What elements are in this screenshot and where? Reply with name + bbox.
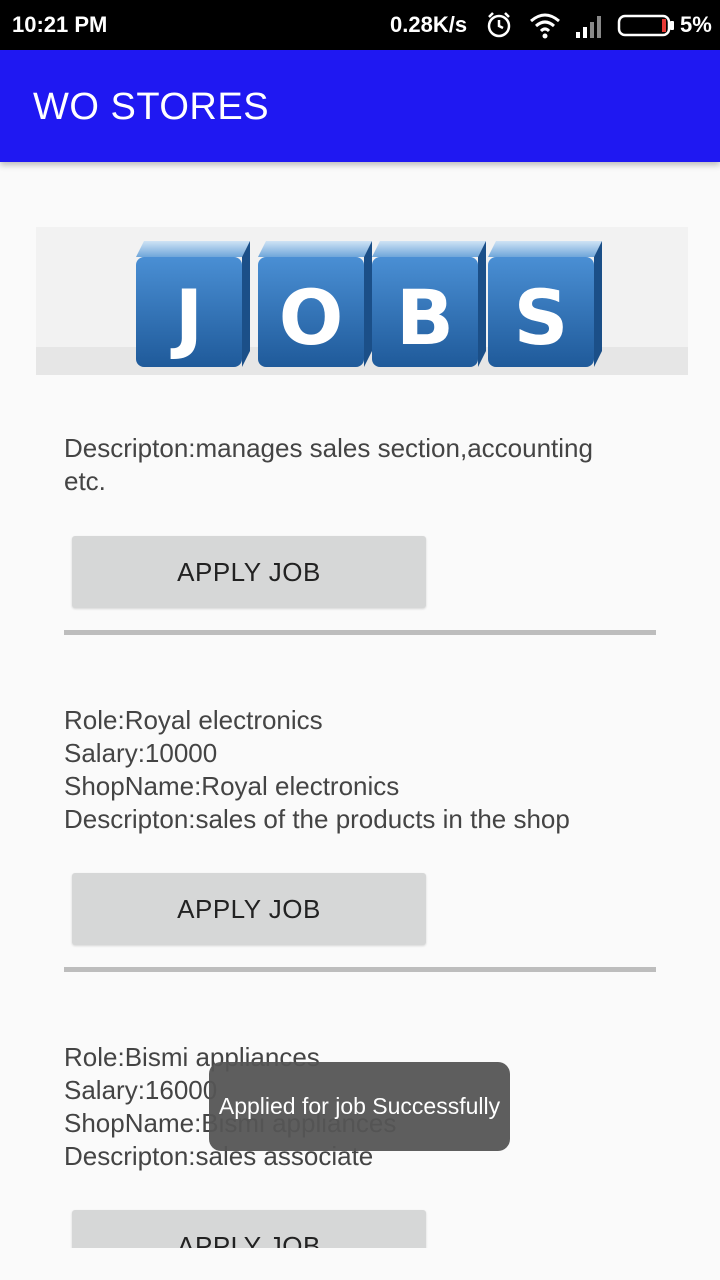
job-shop-name: ShopName:Royal electronics <box>64 771 400 801</box>
banner-letter-s: S <box>514 273 569 362</box>
banner-letter-o: O <box>279 273 344 362</box>
apply-job-button[interactable]: APPLY JOB <box>72 873 426 945</box>
job-description-cont: etc. <box>64 466 106 496</box>
job-divider <box>64 630 656 635</box>
wifi-icon <box>528 10 562 45</box>
apply-job-button[interactable]: APPLY JOB <box>72 1210 426 1248</box>
network-speed: 0.28K/s <box>390 12 468 37</box>
status-time: 10:21 PM <box>12 12 108 37</box>
apply-job-button[interactable]: APPLY JOB <box>72 536 426 608</box>
alarm-icon <box>484 10 514 45</box>
signal-icon <box>574 10 606 45</box>
app-title: WO STORES <box>33 86 270 128</box>
job-role: Role:Royal electronics <box>64 705 323 735</box>
banner-letter-j: J <box>170 273 203 362</box>
job-description: Descripton:manages sales section,account… <box>64 433 593 463</box>
status-bar: 10:21 PM 0.28K/s 5% <box>0 0 720 50</box>
job-divider <box>64 967 656 972</box>
jobs-cubes-graphic: J O B S <box>36 241 688 375</box>
job-salary: Salary:10000 <box>64 738 218 768</box>
banner-letter-b: B <box>396 273 454 362</box>
bottom-area <box>0 1248 720 1280</box>
job-description: Descripton:sales of the products in the … <box>64 804 570 834</box>
toast-message: Applied for job Successfully <box>209 1062 510 1151</box>
battery-percent: 5% <box>680 12 712 37</box>
battery-icon <box>617 10 675 45</box>
job-details: Descripton:manages sales section,account… <box>64 432 664 498</box>
jobs-banner-image: J O B S <box>36 227 688 375</box>
app-bar: WO STORES <box>0 50 720 162</box>
job-details: Role:Royal electronics Salary:10000 Shop… <box>64 704 664 836</box>
